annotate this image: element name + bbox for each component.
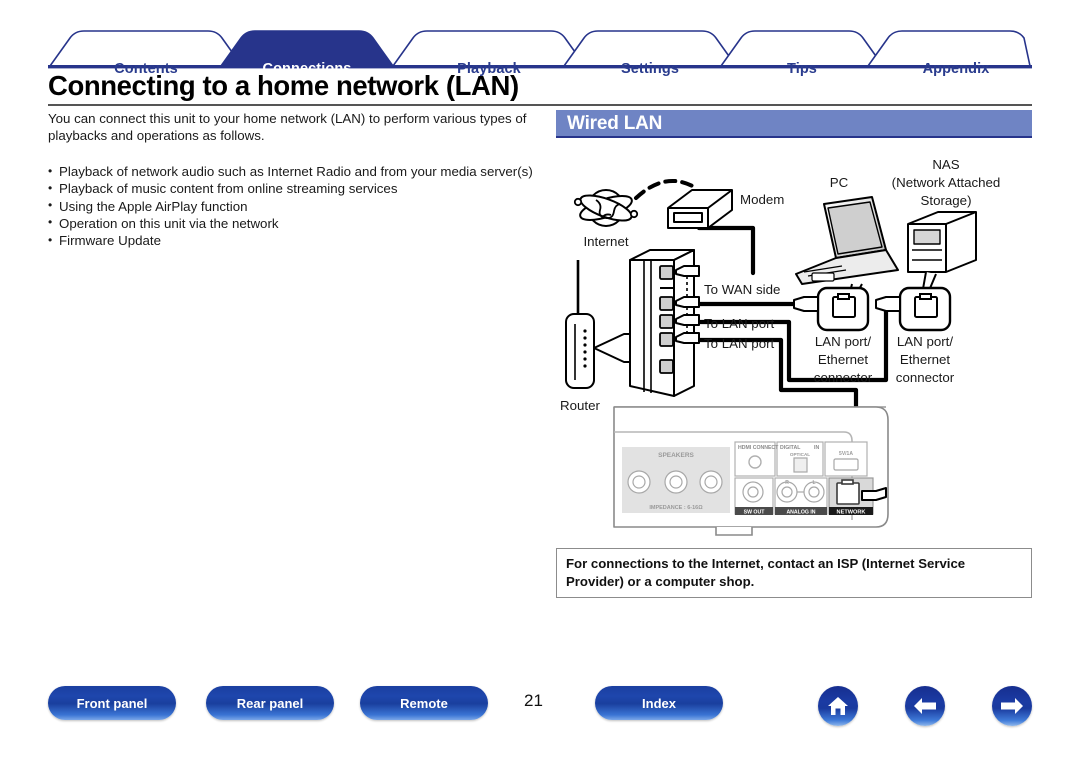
page-title: Connecting to a home network (LAN)	[48, 70, 519, 101]
feature-list: Playback of network audio such as Intern…	[48, 162, 543, 250]
rear-label-optical: OPTICAL	[790, 452, 810, 457]
rear-label-ch-l: L	[812, 480, 815, 486]
list-item: Playback of network audio such as Intern…	[48, 162, 543, 180]
home-icon	[828, 697, 848, 715]
rear-label-impedance: IMPEDANCE : 6-16Ω	[649, 505, 703, 511]
forward-button[interactable]	[992, 686, 1032, 726]
title-divider	[48, 104, 1032, 106]
diagram-label-nas-port-2: Ethernet	[900, 352, 951, 367]
manual-page: Contents Connections Playback Settings T…	[0, 0, 1080, 761]
diagram-label-nas-port-3: connector	[896, 370, 955, 385]
rear-label-in: IN	[814, 445, 819, 451]
diagram-label-pc-port-3: connector	[814, 370, 873, 385]
arrow-right-icon	[1001, 698, 1023, 714]
remote-button[interactable]: Remote	[360, 686, 488, 720]
diagram-label-pc-port-1: LAN port/	[815, 334, 871, 349]
rear-label-hdmi: HDMI CONNECT	[738, 445, 779, 451]
rear-label-ch-r: R	[785, 480, 789, 486]
list-item: Using the Apple AirPlay function	[48, 197, 543, 215]
diagram-label-internet: Internet	[583, 234, 628, 249]
page-number: 21	[524, 691, 543, 710]
diagram-label-pc: PC	[830, 175, 849, 190]
diagram-label-nas-1: NAS	[932, 157, 959, 172]
front-panel-button[interactable]: Front panel	[48, 686, 176, 720]
home-button[interactable]	[818, 686, 858, 726]
footer-nav: Front panel Rear panel Remote 21 Index	[0, 686, 1080, 738]
rear-panel-button[interactable]: Rear panel	[206, 686, 334, 720]
rear-label-usb: 5V/1A	[839, 451, 853, 457]
intro-paragraph: You can connect this unit to your home n…	[48, 111, 527, 144]
arrow-left-icon	[914, 698, 936, 714]
diagram-label-to-wan: To WAN side	[704, 282, 780, 297]
tab-appendix[interactable]: Appendix	[902, 61, 1010, 77]
note-text: For connections to the Internet, contact…	[566, 556, 966, 589]
diagram-label-to-lan-2: To LAN port	[704, 336, 775, 351]
diagram-label-modem: Modem	[740, 192, 784, 207]
tab-settings[interactable]: Settings	[598, 61, 702, 77]
wired-lan-diagram: Internet Modem Router To WAN side To LAN…	[556, 142, 1032, 537]
diagram-label-nas-port-1: LAN port/	[897, 334, 953, 349]
rear-label-sw-out: SW OUT	[744, 510, 766, 516]
section-title: Wired LAN	[567, 113, 663, 134]
list-item: Operation on this unit via the network	[48, 214, 543, 232]
tab-bar: Contents Connections Playback Settings T…	[48, 28, 1032, 77]
section-header-wired-lan: Wired LAN	[556, 110, 1032, 138]
list-item: Firmware Update	[48, 232, 543, 250]
diagram-label-pc-port-2: Ethernet	[818, 352, 869, 367]
note-box: For connections to the Internet, contact…	[556, 548, 1032, 598]
diagram-label-nas-3: Storage)	[921, 193, 972, 208]
index-button[interactable]: Index	[595, 686, 723, 720]
diagram-label-router: Router	[560, 398, 600, 413]
diagram-label-to-lan-1: To LAN port	[704, 316, 775, 331]
back-button[interactable]	[905, 686, 945, 726]
rear-label-analog-in: ANALOG IN	[786, 510, 815, 516]
list-item: Playback of music content from online st…	[48, 180, 543, 198]
tab-tips[interactable]: Tips	[755, 61, 849, 77]
rear-label-digital: DIGITAL	[780, 445, 801, 451]
rear-label-speakers: SPEAKERS	[658, 452, 694, 459]
rear-label-network: NETWORK	[837, 510, 866, 516]
diagram-label-nas-2: (Network Attached	[892, 175, 1001, 190]
